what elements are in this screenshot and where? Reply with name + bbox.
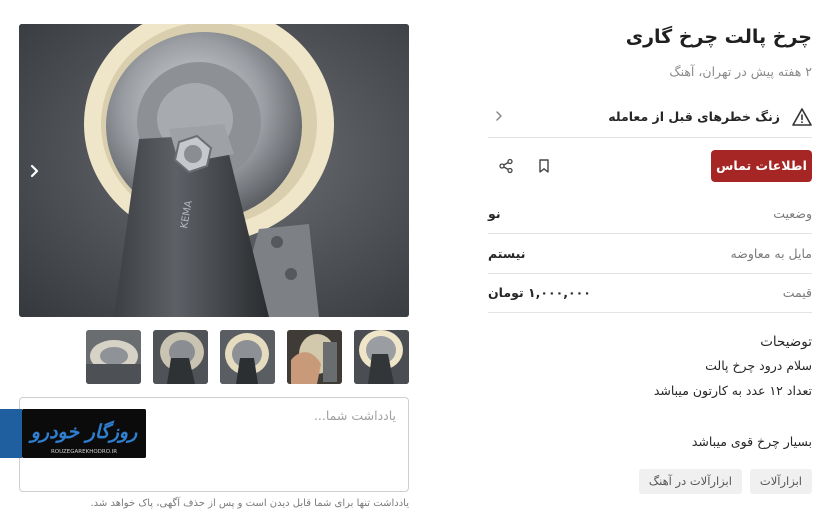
attribute-label: وضعیت [773,206,812,221]
attribute-value: نو [488,206,501,221]
warning-triangle-icon [792,108,812,126]
bookmark-icon[interactable] [536,158,552,174]
safety-warning-row[interactable]: زنگ خطرهای قبل از معامله [488,98,812,138]
note-hint-text: یادداشت تنها برای شما قابل دیدن است و پس… [90,498,410,509]
category-tag[interactable]: ابزارآلات [749,469,812,494]
attribute-row-exchange: مایل به معاوضه نیستم [488,234,812,274]
attribute-row-condition: وضعیت نو [488,194,812,234]
gallery-thumbnail[interactable] [153,330,208,384]
main-product-image[interactable]: KEMA [19,24,409,317]
gallery-thumbnail[interactable] [354,330,409,384]
description-line: تعداد ۱۲ عدد به کارتون میباشد [653,383,812,398]
listing-subtitle: ۲ هفته پیش در تهران، آهنگ [669,64,812,79]
watermark-title: روزگار خودرو [28,420,138,443]
contact-info-button[interactable]: اطلاعات تماس [711,150,812,182]
gallery-thumbnail[interactable] [220,330,275,384]
description-title: توضیحات [760,334,812,350]
gallery-thumbnail[interactable] [287,330,342,384]
description-line: سلام درود چرخ پالت [705,358,812,373]
gallery-next-arrow-icon[interactable] [23,160,45,182]
attribute-label: مایل به معاوضه [730,246,812,261]
gallery-thumbnail[interactable] [86,330,141,384]
attribute-value: نیستم [488,246,526,261]
share-icon[interactable] [498,158,514,174]
watermark-subtitle: ROUZEGAREKHODRO.IR [51,449,117,455]
watermark-logo: روزگار خودرو ROUZEGAREKHODRO.IR [22,409,146,458]
safety-warning-text: زنگ خطرهای قبل از معامله [608,109,780,124]
chevron-left-icon [496,111,502,121]
category-tag[interactable]: ابزارآلات در آهنگ [638,469,742,494]
attribute-row-price: قیمت ۱,۰۰۰,۰۰۰ تومان [488,273,812,313]
description-line: بسیار چرخ قوی میباشد [691,434,812,449]
attribute-value: ۱,۰۰۰,۰۰۰ تومان [488,285,591,300]
listing-title: چرخ پالت چرخ گاری [625,26,812,48]
watermark-strip [0,409,22,458]
thumbnail-strip [86,330,409,384]
category-tags: ابزارآلات ابزارآلات در آهنگ [638,469,812,494]
attribute-label: قیمت [782,285,812,300]
